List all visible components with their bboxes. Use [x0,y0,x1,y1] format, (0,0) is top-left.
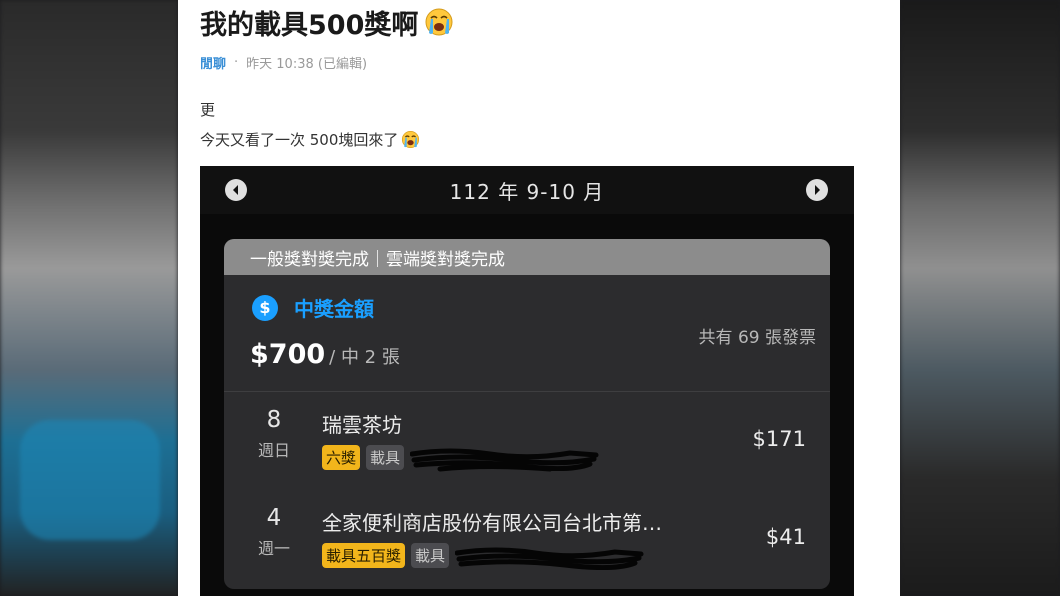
invoice-price: $41 [765,525,806,549]
invoice-app-screenshot: 112 年 9-10 月 一般獎對獎完成｜雲端獎對獎完成 $ 中獎金額 共有 6… [200,166,854,596]
invoice-count: 共有 69 張發票 [698,328,816,348]
tag-row: 六獎 載具 [322,445,599,471]
post-body-line-1: 更 [200,101,216,119]
prize-header: $ 中獎金額 [252,293,374,322]
list-item[interactable]: 8 週日 瑞雲茶坊 六獎 載具 $171 [224,407,830,497]
period-header: 112 年 9-10 月 [200,166,854,214]
store-name: 全家便利商店股份有限公司台北市第… [322,511,662,535]
loudly-crying-face-icon [424,7,454,37]
prize-amount: $700 [250,339,326,370]
article-panel: 我的載具500獎啊 閒聊 · 昨天 10:38 (已編輯) 更 今天又看了一次 … [178,0,900,596]
prize-label: 中獎金額 [294,297,374,321]
blurred-backdrop-left [0,0,178,596]
prize-count: / 中 2 張 [329,347,400,368]
divider [224,391,830,392]
list-item[interactable]: 4 週一 全家便利商店股份有限公司台北市第… 載具五百獎 載具 $41 [224,505,830,589]
loudly-crying-face-icon [401,130,420,149]
weekday: 週一 [257,539,290,558]
period-label: 112 年 9-10 月 [449,179,605,204]
prize-tag: 六獎 [322,445,361,470]
post-body-line-2-row: 今天又看了一次 500塊回來了 [200,129,420,150]
invoice-price: $171 [752,427,806,451]
prize-amount-row: $700 / 中 2 張 [250,339,400,370]
redaction-scribble [454,544,644,570]
prize-tag: 載具五百獎 [322,543,406,568]
weekday: 週日 [257,441,290,460]
post-title: 我的載具500獎啊 [200,9,419,41]
day-number: 8 [266,407,282,433]
date-column: 8 週日 [244,407,304,461]
tag-row: 載具五百獎 載具 [322,543,644,570]
prize-card: 一般獎對獎完成｜雲端獎對獎完成 $ 中獎金額 共有 69 張發票 $700 / … [224,239,830,589]
post-body-line-2: 今天又看了一次 500塊回來了 [200,131,399,149]
date-column: 4 週一 [244,505,304,559]
post-meta: 閒聊 · 昨天 10:38 (已編輯) [200,53,367,72]
status-banner: 一般獎對獎完成｜雲端獎對獎完成 [224,239,830,275]
store-name: 瑞雲茶坊 [322,413,402,437]
redaction-scribble [409,446,599,471]
post-title-row: 我的載具500獎啊 [200,2,454,42]
chevron-left-icon[interactable] [225,179,247,201]
board-link[interactable]: 閒聊 [200,53,226,72]
carrier-tag: 載具 [366,445,405,470]
meta-separator: · [234,55,239,70]
dollar-circle-icon: $ [252,294,278,321]
chevron-right-icon[interactable] [806,179,828,201]
carrier-tag: 載具 [411,543,450,568]
blurred-backdrop-right [900,0,1060,596]
day-number: 4 [266,505,282,531]
post-timestamp: 昨天 10:38 (已編輯) [246,57,368,72]
